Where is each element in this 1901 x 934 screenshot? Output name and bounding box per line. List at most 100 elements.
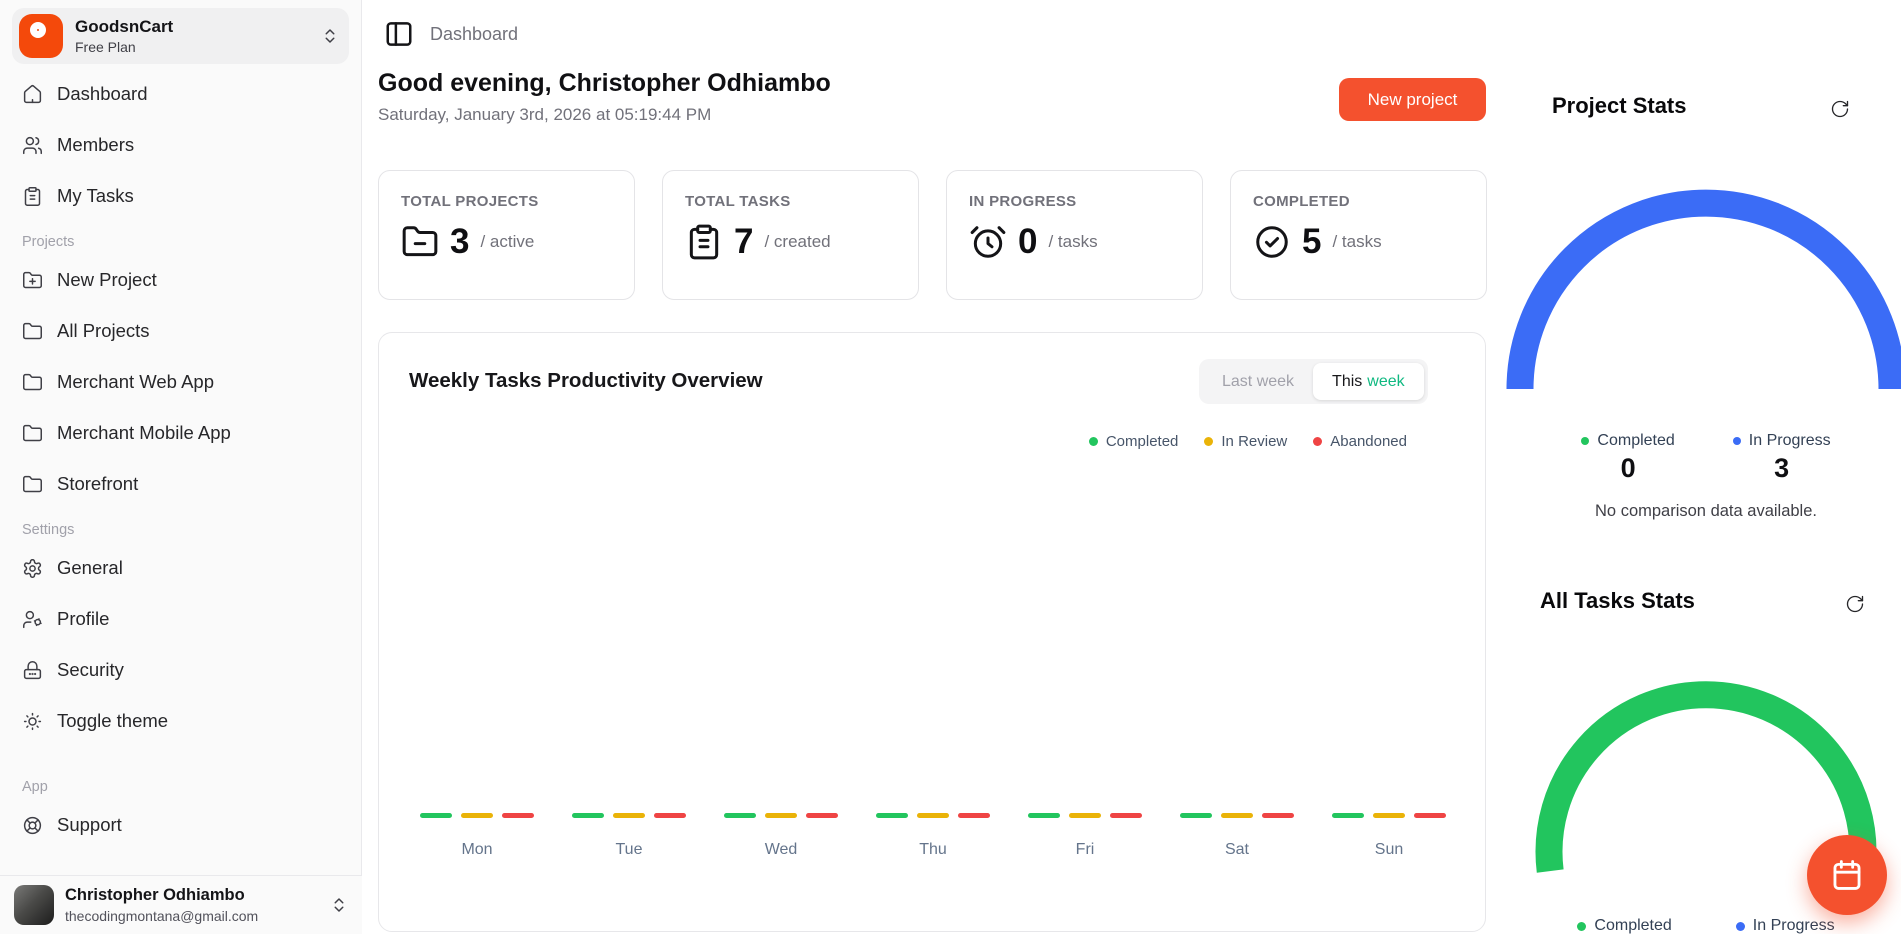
bar-in-review — [917, 813, 949, 818]
stat-suffix: / tasks — [1048, 232, 1097, 252]
folder-plus-icon — [22, 270, 43, 291]
alarm-clock-icon — [969, 223, 1007, 261]
toggle-this-week[interactable]: Thisweek — [1313, 363, 1424, 400]
bar-in-review — [765, 813, 797, 818]
stat-value: 0 — [1018, 222, 1037, 262]
calendar-fab-button[interactable] — [1807, 835, 1887, 915]
completed-count: 0 — [1621, 453, 1636, 484]
legend-dot — [1733, 437, 1741, 445]
section-label-settings: Settings — [22, 522, 339, 538]
sidebar-item-storefront[interactable]: Storefront — [12, 462, 349, 506]
section-label-app: App — [22, 779, 339, 795]
sidebar-item-toggle-theme[interactable]: Toggle theme — [12, 699, 349, 743]
week-range-toggle: Last week Thisweek — [1199, 359, 1428, 404]
sidebar-item-support[interactable]: Support — [12, 803, 349, 847]
bar-completed — [572, 813, 604, 818]
bar-completed — [420, 813, 452, 818]
toggle-last-week[interactable]: Last week — [1203, 363, 1313, 400]
user-email: thecodingmontana@gmail.com — [65, 908, 258, 924]
legend-completed: Completed 0 — [1581, 432, 1674, 484]
bar-group: Thu — [876, 813, 990, 859]
sidebar-item-members[interactable]: Members — [12, 123, 349, 167]
stat-value: 5 — [1302, 222, 1321, 262]
sidebar-item-label: Storefront — [57, 473, 138, 495]
weekly-bars: Mon Tue Wed Thu Fri Sat — [420, 813, 1446, 859]
sidebar-item-merchant-mobile-app[interactable]: Merchant Mobile App — [12, 411, 349, 455]
stat-card-total-tasks: TOTAL TASKS 7 / created — [662, 170, 919, 300]
sidebar-item-profile[interactable]: Profile — [12, 597, 349, 641]
goodsncart-logo-icon — [19, 14, 63, 58]
bar-in-review — [1373, 813, 1405, 818]
x-axis-label: Mon — [461, 841, 492, 859]
bar-group: Fri — [1028, 813, 1142, 859]
bar-completed — [876, 813, 908, 818]
sidebar-item-security[interactable]: Security — [12, 648, 349, 692]
bar-in-review — [461, 813, 493, 818]
sidebar-item-merchant-web-app[interactable]: Merchant Web App — [12, 360, 349, 404]
folder-icon — [22, 372, 43, 393]
project-stats-gauge — [1505, 186, 1901, 398]
stat-card-completed: COMPLETED 5 / tasks — [1230, 170, 1487, 300]
stat-value: 7 — [734, 222, 753, 262]
stat-label: TOTAL PROJECTS — [401, 193, 612, 210]
sidebar-toggle-icon[interactable] — [384, 19, 414, 49]
sidebar-item-new-project[interactable]: New Project — [12, 258, 349, 302]
circle-check-icon — [1253, 223, 1291, 261]
plan-label: Free Plan — [75, 39, 173, 55]
bar-completed — [724, 813, 756, 818]
x-axis-label: Thu — [919, 841, 947, 859]
bar-in-review — [1221, 813, 1253, 818]
lock-icon — [22, 660, 43, 681]
folder-minus-icon — [401, 223, 439, 261]
avatar — [14, 885, 54, 925]
sidebar-item-all-projects[interactable]: All Projects — [12, 309, 349, 353]
app-name: GoodsnCart — [75, 17, 173, 37]
bar-abandoned — [958, 813, 990, 818]
stat-label: TOTAL TASKS — [685, 193, 896, 210]
team-switcher[interactable]: GoodsnCart Free Plan — [12, 8, 349, 64]
new-project-button[interactable]: New project — [1339, 78, 1486, 121]
bar-group: Sat — [1180, 813, 1294, 859]
x-axis-label: Sun — [1375, 841, 1403, 859]
chart-legend: Completed In Review Abandoned — [1089, 433, 1407, 450]
bar-group: Wed — [724, 813, 838, 859]
comparison-note: No comparison data available. — [1521, 502, 1891, 521]
sidebar-item-dashboard[interactable]: Dashboard — [12, 72, 349, 116]
weekly-productivity-card: Weekly Tasks Productivity Overview Last … — [378, 332, 1486, 932]
sidebar-item-label: Merchant Mobile App — [57, 422, 231, 444]
users-icon — [22, 135, 43, 156]
bar-abandoned — [654, 813, 686, 818]
legend-completed: Completed — [1089, 433, 1179, 450]
sidebar-item-general[interactable]: General — [12, 546, 349, 590]
bar-abandoned — [502, 813, 534, 818]
datetime-text: Saturday, January 3rd, 2026 at 05:19:44 … — [378, 105, 711, 125]
user-menu[interactable]: Christopher Odhiambo thecodingmontana@gm… — [0, 875, 362, 934]
bar-abandoned — [1110, 813, 1142, 818]
gear-icon — [22, 558, 43, 579]
sidebar-item-label: Support — [57, 814, 122, 836]
breadcrumb: Dashboard — [430, 24, 518, 45]
bar-completed — [1028, 813, 1060, 818]
x-axis-label: Wed — [765, 841, 798, 859]
clipboard-list-icon — [685, 223, 723, 261]
life-buoy-icon — [22, 815, 43, 836]
sidebar-item-my-tasks[interactable]: My Tasks — [12, 174, 349, 218]
user-name: Christopher Odhiambo — [65, 886, 258, 906]
stat-value: 3 — [450, 222, 469, 262]
refresh-icon[interactable] — [1845, 594, 1865, 614]
clipboard-list-icon — [22, 186, 43, 207]
legend-completed: Completed — [1577, 917, 1671, 934]
legend-in-progress: In Progress 3 — [1733, 432, 1831, 484]
sidebar-item-label: Security — [57, 659, 124, 681]
bar-in-review — [1069, 813, 1101, 818]
legend-in-review: In Review — [1204, 433, 1287, 450]
refresh-icon[interactable] — [1830, 99, 1850, 119]
stat-suffix: / active — [480, 232, 534, 252]
sun-icon — [22, 711, 43, 732]
sidebar-item-label: My Tasks — [57, 185, 134, 207]
bar-abandoned — [1414, 813, 1446, 818]
stat-card-total-projects: TOTAL PROJECTS 3 / active — [378, 170, 635, 300]
bar-completed — [1332, 813, 1364, 818]
legend-dot — [1313, 437, 1322, 446]
legend-dot — [1204, 437, 1213, 446]
